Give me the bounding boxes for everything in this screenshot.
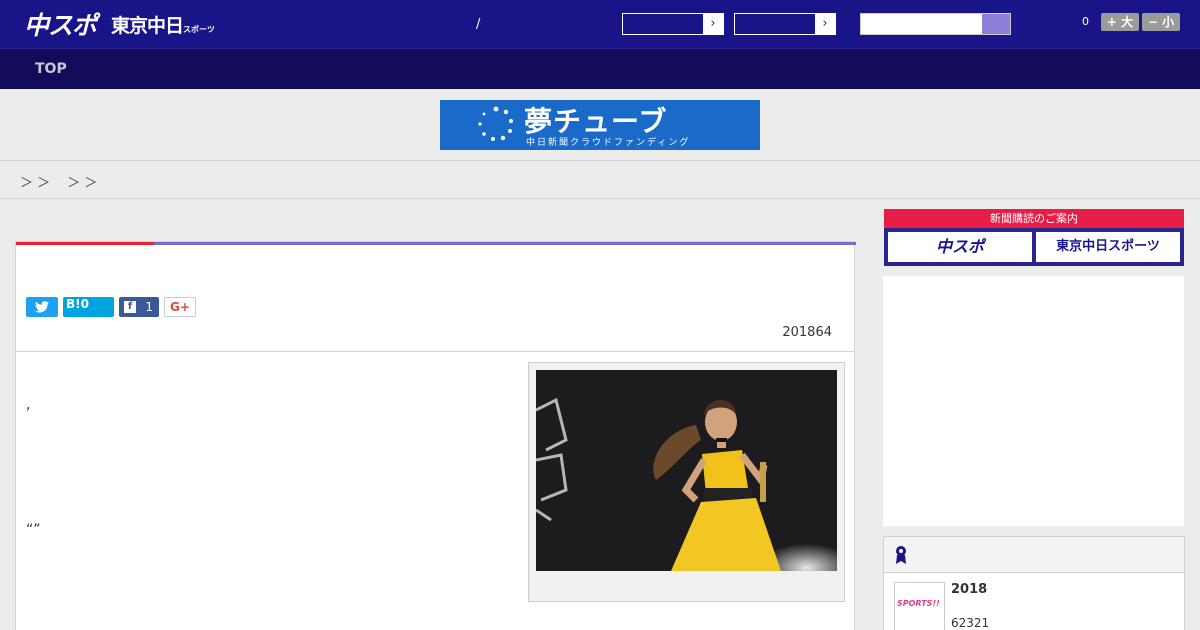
tokyo-subscribe-button[interactable]: 東京中日スポーツ bbox=[1036, 232, 1180, 262]
article-photo-frame bbox=[528, 362, 845, 602]
article-paragraph: “” bbox=[26, 522, 41, 538]
concert-photo[interactable] bbox=[536, 370, 837, 571]
nav-item-top[interactable]: TOP bbox=[35, 61, 67, 77]
search-input[interactable] bbox=[860, 13, 1011, 35]
section-select-1[interactable]: › bbox=[622, 13, 724, 35]
ranking-item-title[interactable]: 2018 bbox=[951, 582, 987, 597]
tokyo-chunichi-logo-sub: スポーツ bbox=[183, 25, 215, 34]
sidebar-ad-space bbox=[883, 276, 1184, 526]
chevron-right-icon: › bbox=[703, 14, 723, 34]
font-size-down-button[interactable]: − 小 bbox=[1142, 13, 1180, 31]
site-header: 中スポ 東京中日スポーツ / › › 0 + 大 − 小 bbox=[0, 0, 1200, 48]
ranking-header bbox=[884, 537, 1184, 573]
banner-subtitle: 中日新聞クラウドファンディング bbox=[526, 138, 691, 148]
accent-bar-red bbox=[16, 242, 154, 245]
twitter-share-button[interactable] bbox=[26, 297, 58, 317]
banner-title: 夢チューブ bbox=[524, 105, 668, 138]
google-plus-button[interactable]: G+ bbox=[164, 297, 196, 317]
header-separator: / bbox=[476, 17, 481, 32]
divider bbox=[16, 351, 854, 352]
search-button[interactable] bbox=[982, 14, 1010, 34]
divider bbox=[0, 160, 1200, 161]
ranking-widget: SPORTS!! 2018 62321 bbox=[883, 536, 1185, 630]
article-card: B!0 f 1 G+ 201864 , “” bbox=[15, 241, 856, 630]
tokyo-chunichi-logo[interactable]: 東京中日スポーツ bbox=[111, 11, 215, 38]
divider bbox=[0, 198, 1200, 199]
ranking-thumbnail[interactable]: SPORTS!! bbox=[894, 582, 945, 630]
twitter-icon bbox=[35, 301, 49, 313]
chuspo-logo[interactable]: 中スポ bbox=[24, 6, 97, 42]
ranking-item-count: 62321 bbox=[951, 616, 990, 630]
facebook-count: 1 bbox=[145, 300, 153, 314]
facebook-share-button[interactable]: f 1 bbox=[119, 297, 159, 317]
hatena-bookmark-button[interactable]: B!0 bbox=[63, 297, 114, 317]
subscription-header: 新聞購読のご案内 bbox=[884, 209, 1184, 228]
chuspo-subscribe-button[interactable]: 中スポ bbox=[888, 232, 1032, 262]
chevron-right-icon: › bbox=[815, 14, 835, 34]
article-date: 201864 bbox=[782, 325, 832, 340]
font-size-up-button[interactable]: + 大 bbox=[1101, 13, 1139, 31]
accent-bar-purple bbox=[154, 242, 856, 245]
performer-image bbox=[536, 370, 837, 571]
article-paragraph: , bbox=[26, 397, 31, 413]
main-nav: TOP bbox=[0, 48, 1200, 89]
dots-icon bbox=[478, 106, 513, 141]
tokyo-chunichi-logo-main: 東京中日 bbox=[111, 15, 184, 37]
breadcrumb[interactable]: ＞ ＞ ＞ ＞ bbox=[20, 172, 97, 191]
subscription-banner[interactable]: 新聞購読のご案内 中スポ 東京中日スポーツ bbox=[884, 209, 1184, 266]
header-count: 0 bbox=[1082, 15, 1089, 28]
section-select-2[interactable]: › bbox=[734, 13, 836, 35]
ranking-thumbnail-label: SPORTS!! bbox=[897, 599, 940, 608]
yume-tube-banner[interactable]: 夢チューブ 中日新聞クラウドファンディング bbox=[440, 100, 760, 150]
facebook-icon: f bbox=[124, 301, 136, 313]
award-icon bbox=[896, 546, 906, 564]
